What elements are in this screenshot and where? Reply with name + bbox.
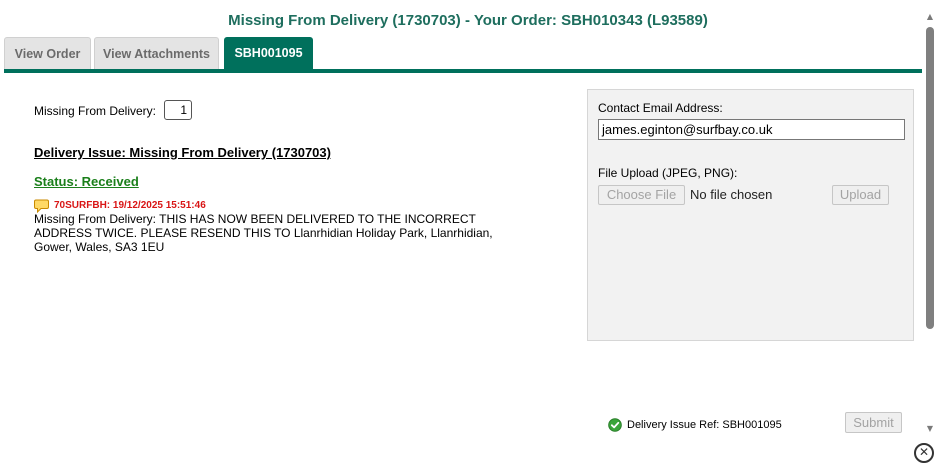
issue-heading: Delivery Issue: Missing From Delivery (1… [34,145,331,160]
submit-button[interactable]: Submit [845,412,902,433]
delivery-issue-modal: Missing From Delivery (1730703) - Your O… [0,0,943,468]
speech-bubble-icon [34,199,49,213]
note-author-timestamp: 70SURFBH: 19/12/2025 15:51:46 [54,200,206,211]
quantity-label: Missing From Delivery: [34,104,157,118]
file-upload-label: File Upload (JPEG, PNG): [598,166,738,180]
choose-file-button[interactable]: Choose File [598,185,685,205]
status-text: Status: Received [34,174,139,189]
tab-view-attachments[interactable]: View Attachments [94,37,219,70]
note-text: Missing From Delivery: THIS HAS NOW BEEN… [34,212,493,254]
upload-button[interactable]: Upload [832,185,889,205]
scroll-down-icon[interactable]: ▼ [924,424,936,434]
scroll-up-icon[interactable]: ▲ [924,12,936,22]
tab-view-order[interactable]: View Order [4,37,91,70]
check-circle-icon [608,418,622,432]
tab-sbh001095[interactable]: SBH001095 [224,37,313,70]
scroll-thumb[interactable] [926,27,934,329]
delivery-issue-ref: Delivery Issue Ref: SBH001095 [627,419,782,431]
tab-underline [4,69,922,73]
email-label: Contact Email Address: [598,101,723,115]
vertical-scrollbar[interactable]: ▲ ▼ [924,0,936,438]
email-field[interactable]: james.eginton@surfbay.co.uk [598,119,905,140]
quantity-field[interactable]: 1 [164,100,192,120]
no-file-text: No file chosen [690,187,773,202]
modal-title: Missing From Delivery (1730703) - Your O… [228,12,708,29]
close-icon[interactable]: ✕ [914,443,934,463]
